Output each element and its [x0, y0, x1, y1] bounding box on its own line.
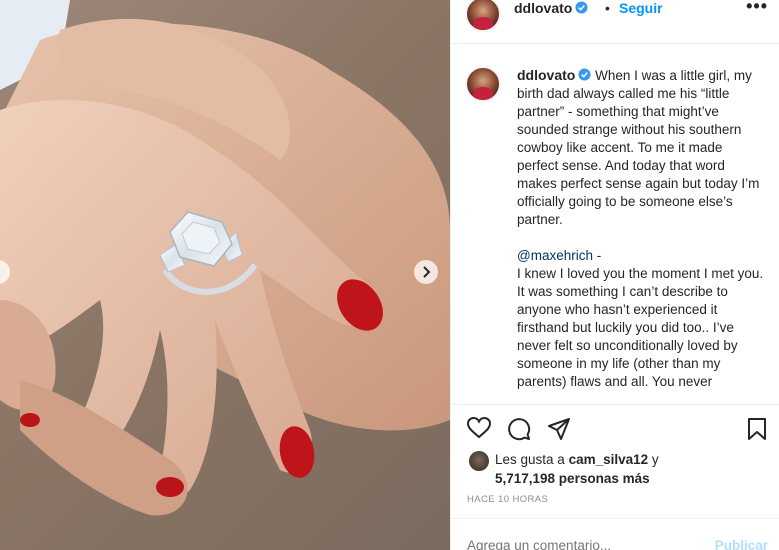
likes-prefix: Les gusta a — [495, 452, 569, 467]
engagement-ring-photo — [0, 0, 450, 516]
separator-dot: • — [605, 0, 610, 16]
comment-box: Publicar — [451, 518, 779, 550]
caption-area[interactable]: ddlovato When I was a little girl, my bi… — [451, 44, 779, 404]
chevron-right-icon — [423, 266, 431, 278]
author-avatar[interactable] — [465, 0, 501, 32]
caption-line-2: It was something I can’t describe to any… — [517, 284, 738, 389]
post-header: ddlovato • Seguir ••• — [451, 0, 779, 44]
bookmark-icon[interactable] — [747, 417, 767, 441]
liker-avatar[interactable] — [469, 451, 489, 471]
verified-icon — [575, 1, 588, 14]
heart-icon[interactable] — [467, 417, 491, 439]
caption-text: ddlovato When I was a little girl, my bi… — [517, 66, 767, 391]
caption-paragraph-1: When I was a little girl, my birth dad a… — [517, 68, 760, 227]
publish-button[interactable]: Publicar — [715, 538, 768, 550]
comment-input[interactable] — [467, 538, 687, 550]
mention-suffix: - — [592, 248, 602, 263]
likes-joiner: y — [648, 452, 659, 467]
post-photo[interactable] — [0, 0, 450, 550]
mention-link[interactable]: @maxehrich — [517, 248, 593, 263]
caption-username[interactable]: ddlovato — [517, 67, 591, 83]
liker-username[interactable]: cam_silva12 — [569, 452, 649, 467]
author-username[interactable]: ddlovato — [514, 0, 588, 16]
caption-line-1: I knew I loved you the moment I met you. — [517, 266, 764, 281]
verified-icon — [578, 68, 591, 81]
likes-text: Les gusta a cam_silva12 y 5,717,198 pers… — [495, 450, 779, 488]
next-photo-button[interactable] — [414, 260, 438, 284]
action-bar — [451, 404, 779, 454]
more-options-button[interactable]: ••• — [746, 0, 768, 17]
comment-icon[interactable] — [507, 417, 531, 441]
follow-button[interactable]: Seguir — [619, 0, 663, 16]
share-icon[interactable] — [547, 417, 571, 441]
post-timestamp[interactable]: HACE 10 HORAS — [467, 494, 548, 505]
likes-count[interactable]: 5,717,198 personas más — [495, 471, 650, 486]
post-side-panel: ddlovato • Seguir ••• ddlovato When I wa… — [450, 0, 779, 550]
caption-author-avatar[interactable] — [465, 66, 501, 102]
